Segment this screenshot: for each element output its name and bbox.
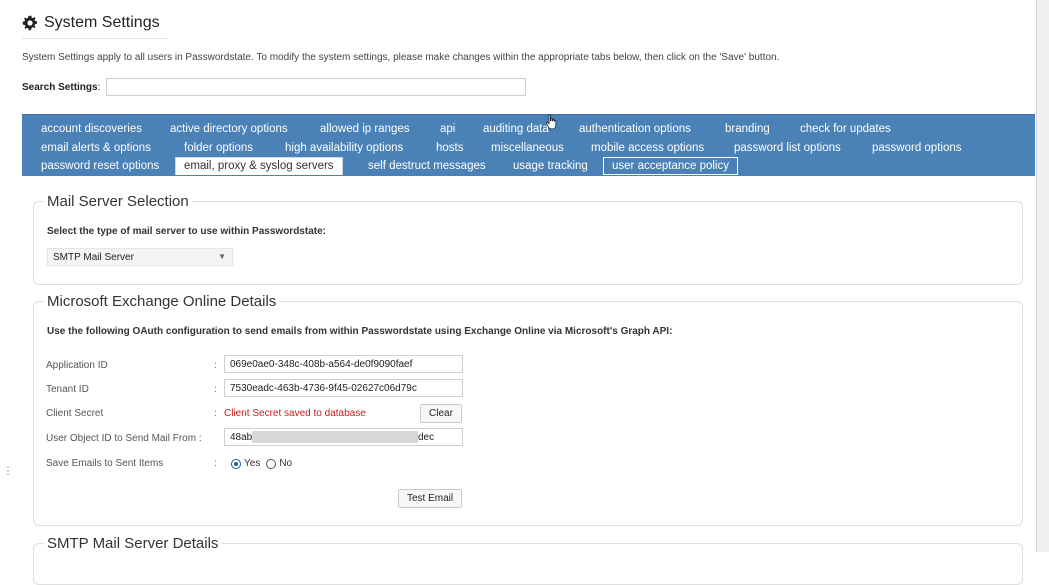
tab-user-acceptance-policy[interactable]: user acceptance policy — [603, 157, 738, 175]
exchange-online-note: Use the following OAuth configuration to… — [47, 326, 673, 337]
smtp-details-legend: SMTP Mail Server Details — [44, 535, 222, 552]
page-description: System Settings apply to all users in Pa… — [22, 52, 780, 63]
application-id-colon: : — [214, 360, 217, 371]
tab-email-proxy-syslog-servers[interactable]: email, proxy & syslog servers — [175, 157, 343, 175]
save-sent-no-label[interactable]: No — [279, 458, 292, 469]
tab-branding[interactable]: branding — [725, 121, 770, 137]
search-settings-label: Search Settings — [22, 81, 98, 93]
save-sent-items-colon: : — [214, 458, 217, 469]
mail-server-type-selected: SMTP Mail Server — [53, 252, 134, 263]
tab-self-destruct-messages[interactable]: self destruct messages — [368, 158, 486, 174]
gear-icon — [22, 15, 37, 31]
mail-server-type-note: Select the type of mail server to use wi… — [47, 226, 326, 237]
tab-hosts[interactable]: hosts — [436, 140, 464, 156]
exchange-online-panel: Microsoft Exchange Online Details Use th… — [33, 293, 1023, 526]
application-id-value: 069e0ae0-348c-408b-a564-de0f9090faef — [230, 359, 413, 370]
mail-server-selection-legend: Mail Server Selection — [44, 193, 192, 210]
user-object-id-label: User Object ID to Send Mail From : — [46, 433, 202, 444]
tab-usage-tracking[interactable]: usage tracking — [513, 158, 588, 174]
right-scrollbar-track[interactable] — [1036, 0, 1049, 552]
title-divider — [22, 38, 168, 39]
settings-tab-bar: account discoveries active directory opt… — [22, 114, 1035, 176]
mail-server-selection-panel: Mail Server Selection Select the type of… — [33, 193, 1023, 285]
tab-email-alerts-options[interactable]: email alerts & options — [41, 140, 151, 156]
tab-api[interactable]: api — [440, 121, 455, 137]
save-sent-yes-label[interactable]: Yes — [244, 458, 260, 469]
chevron-down-icon: ▼ — [218, 252, 226, 261]
save-sent-items-label: Save Emails to Sent Items — [46, 458, 164, 469]
tenant-id-colon: : — [214, 384, 217, 395]
tenant-id-label: Tenant ID — [46, 384, 89, 395]
mouse-pointer-icon — [545, 114, 557, 130]
tenant-id-field[interactable]: 7530eadc-463b-4736-9f45-02627c06d79c — [224, 379, 463, 397]
tab-miscellaneous[interactable]: miscellaneous — [491, 140, 564, 156]
tab-auditing-data[interactable]: auditing data — [483, 121, 549, 137]
smtp-details-panel: SMTP Mail Server Details — [33, 535, 1023, 585]
tab-mobile-access-options[interactable]: mobile access options — [591, 140, 704, 156]
mail-server-type-select[interactable]: SMTP Mail Server ▼ — [47, 248, 233, 266]
tab-active-directory-options[interactable]: active directory options — [170, 121, 288, 137]
tab-folder-options[interactable]: folder options — [184, 140, 253, 156]
save-sent-yes-radio[interactable] — [231, 458, 241, 469]
client-secret-colon: : — [214, 408, 217, 419]
save-sent-items-radio-group: Yes No — [231, 458, 298, 469]
save-sent-no-radio[interactable] — [266, 458, 277, 469]
search-settings-colon: : — [97, 81, 101, 93]
page-title-text: System Settings — [44, 14, 160, 31]
tab-password-reset-options[interactable]: password reset options — [41, 158, 159, 174]
tab-password-list-options[interactable]: password list options — [734, 140, 841, 156]
redacted-mask — [252, 431, 418, 443]
application-id-label: Application ID — [46, 360, 108, 371]
test-email-button[interactable]: Test Email — [398, 489, 463, 508]
clear-secret-button[interactable]: Clear — [420, 404, 462, 423]
page-title: System Settings — [22, 14, 160, 32]
client-secret-label: Client Secret — [46, 408, 104, 419]
user-object-id-field[interactable]: 48abb dec — [224, 428, 463, 446]
user-object-id-end: dec — [418, 432, 435, 443]
tab-password-options[interactable]: password options — [872, 140, 962, 156]
exchange-online-legend: Microsoft Exchange Online Details — [44, 293, 280, 310]
splitter-grip[interactable]: ⋮ — [3, 467, 13, 484]
tab-high-availability-options[interactable]: high availability options — [285, 140, 403, 156]
tab-authentication-options[interactable]: authentication options — [579, 121, 691, 137]
client-secret-status: Client Secret saved to database — [224, 408, 366, 419]
search-settings-row: Search Settings: — [22, 78, 527, 96]
tab-check-for-updates[interactable]: check for updates — [800, 121, 891, 137]
tenant-id-value: 7530eadc-463b-4736-9f45-02627c06d79c — [230, 383, 417, 394]
search-settings-input[interactable] — [106, 78, 527, 96]
application-id-field[interactable]: 069e0ae0-348c-408b-a564-de0f9090faef — [224, 355, 463, 373]
tab-account-discoveries[interactable]: account discoveries — [41, 121, 142, 137]
tab-allowed-ip-ranges[interactable]: allowed ip ranges — [320, 121, 410, 137]
